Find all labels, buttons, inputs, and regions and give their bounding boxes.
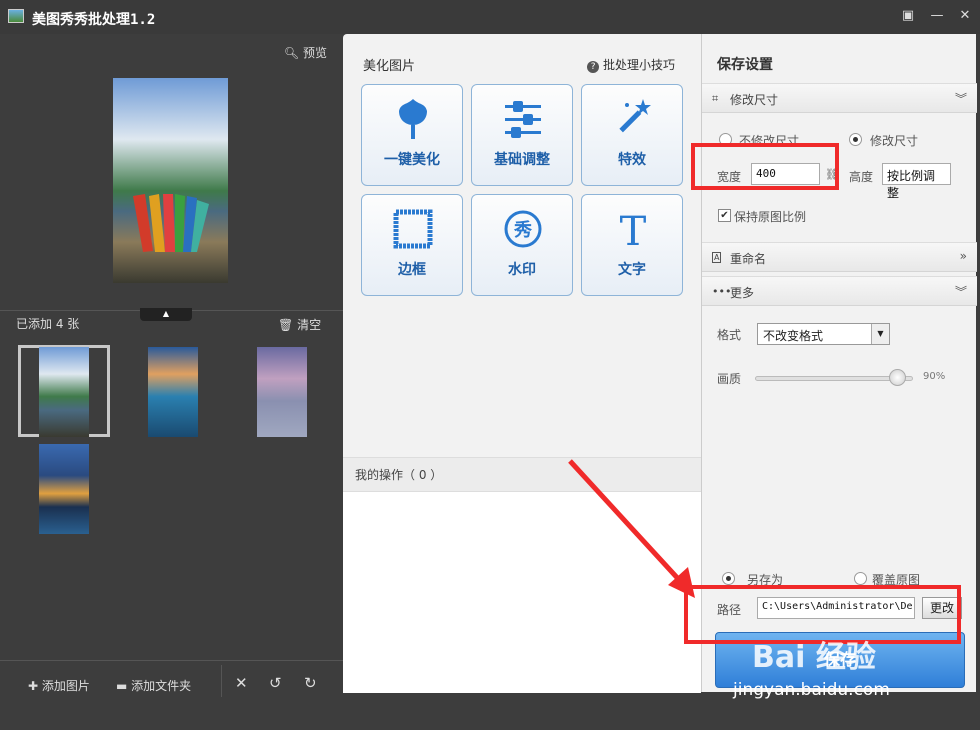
chat-icon[interactable]: ▣ — [897, 6, 919, 26]
add-image-label: 添加图片 — [41, 679, 90, 693]
magic-wand-icon — [619, 99, 651, 133]
crop-icon: ⌗ — [712, 92, 719, 105]
save-as-radio[interactable] — [722, 572, 735, 585]
add-folder-button[interactable]: ▬ 添加文件夹 — [116, 677, 191, 694]
text-button[interactable]: T 文字 — [581, 194, 683, 296]
watermark-icon: 秀 — [504, 210, 542, 248]
chevron-down-icon: ▼ — [871, 324, 889, 344]
height-input[interactable]: 按比例调整 — [882, 163, 951, 200]
add-folder-label: 添加文件夹 — [131, 679, 192, 693]
annotation-arrow — [568, 459, 695, 598]
plus-icon: ✚ — [28, 679, 39, 693]
preview-image — [113, 78, 228, 283]
format-label: 格式 — [717, 328, 742, 342]
rename-section-label: 重命名 — [730, 252, 767, 266]
beautify-title: 美化图片 — [363, 59, 416, 74]
preview-icon: 🔍︎ — [283, 46, 300, 60]
quality-label: 画质 — [717, 372, 742, 386]
overwrite-radio[interactable] — [854, 572, 867, 585]
thumbnail-2[interactable] — [148, 347, 198, 437]
basic-adjust-button[interactable]: 基础调整 — [471, 84, 573, 186]
preview-button[interactable]: 🔍︎ 预览 — [284, 44, 327, 61]
text-icon: T — [620, 209, 647, 251]
resize-radio[interactable] — [849, 133, 862, 146]
add-image-button[interactable]: ✚ 添加图片 — [28, 677, 90, 694]
left-panel: 🔍︎ 预览 ▲ 已添加 4 张 🗑︎ 清空 ✚ 添加图片 ▬ 添加文件夹 ✕ ↺… — [0, 34, 343, 730]
save-settings-title: 保存设置 — [717, 57, 773, 73]
more-section-label: 更多 — [730, 286, 755, 300]
rename-section-header[interactable]: A 重命名 » — [702, 242, 977, 272]
tool-label: 边框 — [398, 262, 426, 278]
more-section-header[interactable]: ••• 更多 ︾ — [702, 276, 977, 306]
tool-label: 水印 — [508, 262, 536, 278]
sliders-icon — [505, 101, 541, 138]
resize-label: 修改尺寸 — [870, 134, 919, 148]
trash-icon: 🗑︎ — [278, 318, 294, 332]
toolbar-divider — [221, 665, 222, 697]
tips-label: 批处理小技巧 — [602, 58, 675, 72]
more-dots-icon: ••• — [712, 285, 732, 298]
thumbnail-4[interactable] — [39, 444, 89, 534]
thumbnail-1[interactable] — [39, 347, 89, 437]
frame-icon — [393, 209, 433, 249]
resize-section-header[interactable]: ⌗ 修改尺寸 ︾ — [702, 83, 977, 113]
collapse-arrow-icon[interactable]: ▲ — [140, 308, 192, 321]
one-click-beautify-button[interactable]: 一键美化 — [361, 84, 463, 186]
tool-label: 特效 — [618, 152, 646, 168]
folder-icon: ▬ — [116, 679, 128, 693]
tool-label: 一键美化 — [384, 152, 440, 168]
rotate-right-icon[interactable]: ↻ — [304, 674, 317, 692]
preview-label: 预览 — [302, 46, 327, 60]
rename-icon: A — [712, 252, 722, 263]
keep-ratio-checkbox[interactable]: ✔ — [718, 209, 731, 222]
keep-ratio-label: 保持原图比例 — [734, 210, 807, 224]
tips-link[interactable]: ? 批处理小技巧 — [587, 56, 675, 73]
highlight-box-size — [691, 143, 839, 190]
quality-slider-thumb[interactable] — [888, 369, 906, 386]
watermark-glyph: 秀 — [513, 220, 532, 241]
baidu-watermark-logo: Bai 经验 — [752, 640, 876, 675]
quality-value: 90% — [923, 371, 946, 382]
format-value: 不改变格式 — [763, 329, 824, 343]
minimize-icon[interactable]: — — [926, 6, 948, 26]
window-title: 美图秀秀批处理1.2 — [32, 12, 156, 28]
clear-label: 清空 — [297, 318, 322, 332]
clear-button[interactable]: 🗑︎ 清空 — [278, 316, 321, 333]
kayaks-graphic — [133, 194, 209, 252]
rotate-left-icon[interactable]: ↺ — [269, 674, 282, 692]
delete-icon[interactable]: ✕ — [235, 674, 248, 692]
tool-label: 文字 — [618, 262, 646, 278]
added-count: 已添加 4 张 — [16, 317, 80, 331]
height-label: 高度 — [849, 170, 874, 184]
baidu-watermark-url: jingyan.baidu.com — [733, 680, 890, 700]
tool-label: 基础调整 — [494, 152, 550, 168]
bottom-toolbar: ✚ 添加图片 ▬ 添加文件夹 ✕ ↺ ↻ — [0, 660, 343, 730]
resize-section-label: 修改尺寸 — [730, 93, 779, 107]
question-icon: ? — [587, 61, 600, 73]
tulip-icon — [399, 99, 427, 139]
close-icon[interactable]: ✕ — [954, 6, 976, 26]
effects-button[interactable]: 特效 — [581, 84, 683, 186]
watermark-button[interactable]: 秀 水印 — [471, 194, 573, 296]
collapse-icon: ︾ — [954, 92, 967, 106]
thumbnail-3[interactable] — [257, 347, 307, 437]
frame-button[interactable]: 边框 — [361, 194, 463, 296]
image-app-icon — [8, 9, 24, 23]
format-select[interactable]: 不改变格式 ▼ — [757, 323, 890, 345]
expand-icon: » — [959, 249, 967, 263]
collapse-icon: ︾ — [954, 285, 967, 299]
title-bar: 美图秀秀批处理1.2 ▣ — ✕ — [0, 0, 980, 34]
text-glyph: T — [620, 209, 647, 251]
